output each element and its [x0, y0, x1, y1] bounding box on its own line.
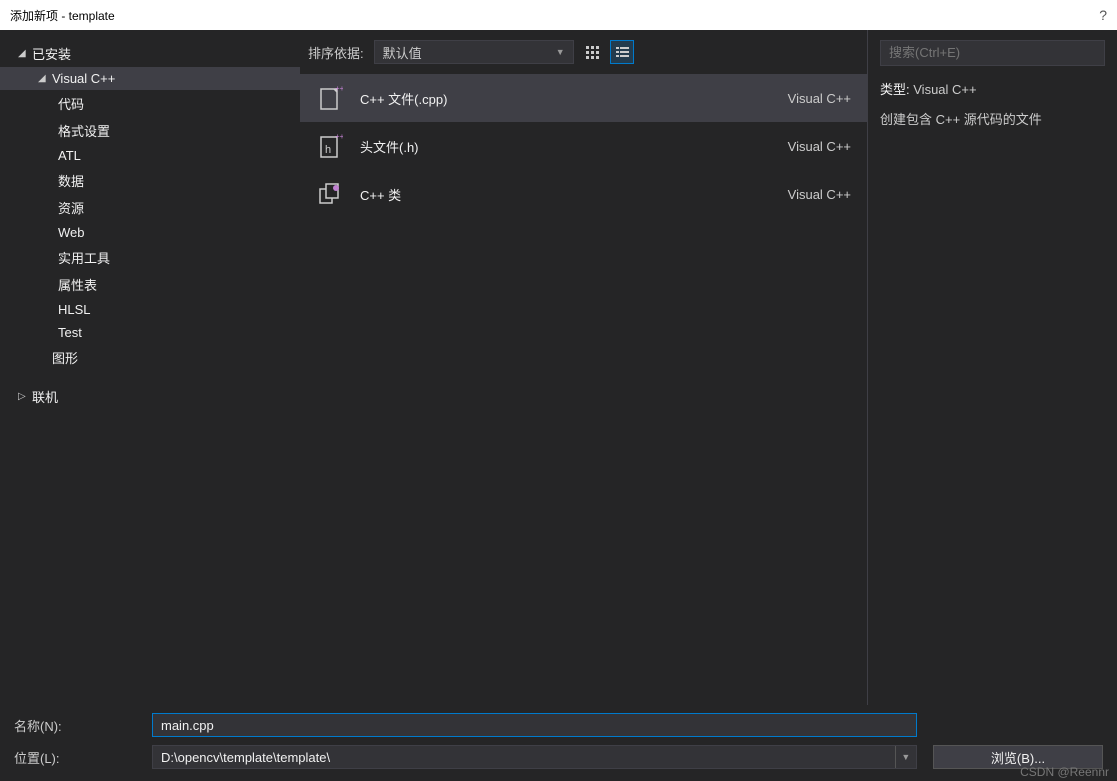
search-box[interactable] — [880, 40, 1105, 66]
template-cpp-class[interactable]: C++ 类 Visual C++ — [300, 170, 867, 218]
template-list: ++ C++ 文件(.cpp) Visual C++ h ++ 头文件(.h) V… — [300, 66, 867, 705]
chevron-right-icon: ▷ — [18, 391, 30, 402]
sort-by-dropdown[interactable]: 默认值 ▼ — [374, 40, 574, 64]
titlebar: 添加新项 - template ? — [0, 0, 1117, 30]
tree-item-hlsl[interactable]: HLSL — [0, 298, 300, 321]
tree-label: 已安装 — [32, 44, 71, 63]
tree-item-data[interactable]: 数据 — [0, 167, 300, 194]
chevron-down-icon: ◢ — [18, 48, 30, 59]
template-name: C++ 文件(.cpp) — [360, 89, 772, 108]
tree-visual-cpp[interactable]: ◢ Visual C++ — [0, 67, 300, 90]
sort-value: 默认值 — [383, 43, 422, 62]
tree-item-formatting[interactable]: 格式设置 — [0, 117, 300, 144]
template-name: C++ 类 — [360, 185, 772, 204]
category-tree: ◢ 已安装 ◢ Visual C++ 代码 格式设置 ATL 数据 资源 Web… — [0, 30, 300, 705]
tree-item-test[interactable]: Test — [0, 321, 300, 344]
template-lang: Visual C++ — [788, 187, 851, 202]
main-area: ◢ 已安装 ◢ Visual C++ 代码 格式设置 ATL 数据 资源 Web… — [0, 30, 1117, 705]
name-input[interactable] — [161, 718, 908, 733]
location-input-wrap[interactable]: ▼ — [152, 745, 917, 769]
detail-type-value: Visual C++ — [913, 82, 976, 97]
details-panel: 类型: Visual C++ 创建包含 C++ 源代码的文件 — [867, 30, 1117, 705]
name-row: 名称(N): — [14, 713, 1103, 737]
chevron-down-icon: ◢ — [38, 73, 50, 84]
help-button[interactable]: ? — [1099, 7, 1107, 23]
sort-by-label: 排序依据: — [308, 43, 364, 62]
template-cpp-file[interactable]: ++ C++ 文件(.cpp) Visual C++ — [300, 74, 867, 122]
tree-label: Visual C++ — [52, 71, 115, 86]
location-row: 位置(L): ▼ 浏览(B)... — [14, 745, 1103, 769]
svg-text:h: h — [325, 144, 331, 156]
header-file-icon: h ++ — [316, 132, 344, 160]
detail-description: 创建包含 C++ 源代码的文件 — [880, 110, 1105, 130]
detail-type-label: 类型: — [880, 82, 910, 97]
cpp-file-icon: ++ — [316, 84, 344, 112]
svg-text:++: ++ — [335, 133, 343, 141]
watermark: CSDN @Reennr — [1020, 765, 1109, 779]
detail-type: 类型: Visual C++ — [880, 80, 1105, 100]
name-label: 名称(N): — [14, 716, 144, 735]
view-list-button[interactable] — [610, 40, 634, 64]
template-header-file[interactable]: h ++ 头文件(.h) Visual C++ — [300, 122, 867, 170]
tree-graphics[interactable]: 图形 — [0, 344, 300, 371]
cpp-class-icon — [316, 180, 344, 208]
template-panel: 排序依据: 默认值 ▼ ++ C++ 文件(.cpp) Visual C++ — [300, 30, 867, 705]
center-toolbar: 排序依据: 默认值 ▼ — [300, 30, 867, 66]
view-grid-button[interactable] — [580, 40, 604, 64]
tree-item-web[interactable]: Web — [0, 221, 300, 244]
tree-label: 图形 — [52, 348, 78, 367]
template-name: 头文件(.h) — [360, 137, 772, 156]
browse-label: 浏览(B)... — [991, 748, 1045, 767]
tree-label: 联机 — [32, 387, 58, 406]
tree-online[interactable]: ▷ 联机 — [0, 383, 300, 410]
bottom-form: 名称(N): 位置(L): ▼ 浏览(B)... — [0, 705, 1117, 781]
tree-installed[interactable]: ◢ 已安装 — [0, 40, 300, 67]
template-lang: Visual C++ — [788, 91, 851, 106]
tree-item-propsheet[interactable]: 属性表 — [0, 271, 300, 298]
search-input[interactable] — [889, 45, 1096, 60]
tree-item-atl[interactable]: ATL — [0, 144, 300, 167]
tree-item-code[interactable]: 代码 — [0, 90, 300, 117]
location-label: 位置(L): — [14, 748, 144, 767]
window-title: 添加新项 - template — [10, 7, 115, 24]
name-input-wrap[interactable] — [152, 713, 917, 737]
location-dropdown-button[interactable]: ▼ — [895, 746, 916, 768]
location-input[interactable] — [161, 746, 895, 768]
svg-text:++: ++ — [335, 85, 343, 93]
tree-item-utility[interactable]: 实用工具 — [0, 244, 300, 271]
chevron-down-icon: ▼ — [556, 47, 565, 57]
template-lang: Visual C++ — [788, 139, 851, 154]
tree-item-resource[interactable]: 资源 — [0, 194, 300, 221]
